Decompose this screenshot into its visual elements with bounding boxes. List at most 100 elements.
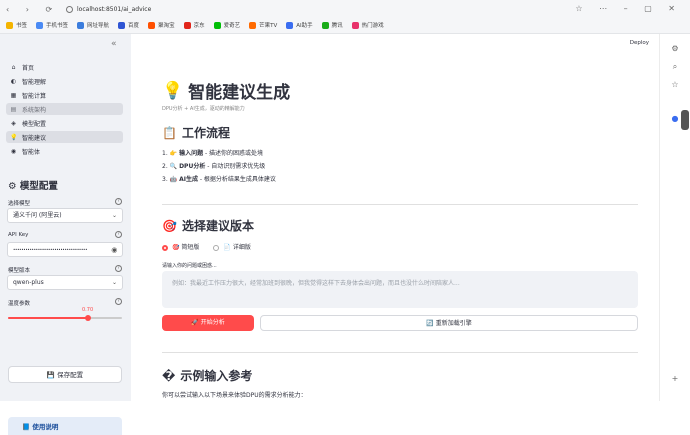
sidebar-item-1[interactable]: ⌂ 首页: [6, 61, 123, 73]
help-icon[interactable]: ?: [115, 265, 122, 272]
temperature-label: 温度参数: [8, 301, 31, 307]
eye-icon[interactable]: ◉: [111, 243, 117, 257]
bulb-icon: 💡: [10, 133, 18, 141]
gear-icon: ⚙: [8, 181, 17, 192]
workflow-step: 3. 🤖 AI生成 - 根据分析结果生成具体建议: [162, 176, 276, 183]
workflow-heading: 📋 工作流程: [162, 125, 230, 141]
agent-icon: ◉: [10, 147, 17, 155]
save-config-button[interactable]: 💾 保存配置: [8, 366, 122, 383]
start-analysis-button[interactable]: 🚀 开始分析: [162, 315, 254, 331]
search-icon[interactable]: ⌕: [670, 62, 680, 72]
bookmark-icon: [321, 21, 329, 29]
sidebar-nav: ⌂ 首页 ◐ 智能理解 ▦ 智能计算 ▤ 系统架构 ◈ 模型配置 💡 智能建议 ◉ 智能体: [6, 61, 123, 159]
step-icon: 🤖: [169, 176, 178, 183]
bookmark-icon: [77, 21, 85, 29]
bookmark-bar: 书签 手机书签 网址导航 百度 聚淘宝 京东 爱奇艺 芒果TV AI助手 腾讯 热门游戏: [6, 20, 384, 30]
bookmark-item[interactable]: 书签: [6, 20, 27, 30]
help-icon[interactable]: ?: [115, 198, 122, 205]
rocket-icon: 🚀: [191, 319, 199, 326]
sidebar-item-2[interactable]: ◐ 智能理解: [6, 75, 123, 87]
bookmark-item[interactable]: 京东: [183, 20, 205, 30]
chevron-down-icon: ⌄: [111, 279, 117, 286]
ai-assistant-icon[interactable]: ●: [670, 114, 680, 124]
api-key-input[interactable]: •••••••••••••••••••••••••••••••••••• ◉: [7, 242, 123, 257]
document-icon: 📄: [223, 244, 231, 251]
lightbulb-icon: 💡: [162, 80, 184, 101]
bookmark-icon: [183, 21, 191, 29]
home-icon: ⌂: [11, 63, 16, 71]
model-config-heading: ⚙ 模型配置: [8, 181, 58, 192]
bookmark-item[interactable]: 手机书签: [36, 20, 68, 30]
brain-icon: ◐: [10, 77, 17, 85]
divider: [162, 352, 638, 353]
radio-dot-icon: [162, 244, 168, 251]
radio-simple[interactable]: 🎯 简短版: [162, 242, 199, 251]
bookmark-item[interactable]: 芒果TV: [249, 20, 277, 30]
workflow-step: 1. 👉 输入问题 - 描述你的困惑或处境: [162, 150, 264, 157]
book-icon: 📘: [22, 423, 31, 431]
temperature-value: 0.70: [82, 307, 94, 313]
slider-handle[interactable]: [84, 314, 91, 321]
bookmark-icon: [213, 21, 221, 29]
arch-icon: ▤: [10, 105, 17, 113]
clipboard-icon: 📋: [162, 125, 177, 140]
version-heading: 🎯 选择建议版本: [162, 218, 254, 234]
workflow-steps: 1. 👉 输入问题 - 描述你的困惑或处境 2. 🔍 DPU分析 - 自动识别需求…: [162, 147, 276, 186]
bookmark-item[interactable]: 爱奇艺: [213, 20, 240, 30]
step-icon: 🔍: [169, 163, 178, 170]
question-textarea[interactable]: 例如：我最近工作压力很大，经常加班到很晚，但我觉得这样下去身体会出问题，而且也没…: [162, 271, 638, 308]
divider: [162, 204, 638, 205]
help-icon[interactable]: ?: [115, 298, 122, 305]
target-icon: 🎯: [172, 244, 180, 251]
api-key-label: API Key: [8, 232, 29, 238]
nav-buttons[interactable]: ‹ › ⟳: [6, 5, 59, 14]
bookmark-icon: [36, 21, 44, 29]
bookmark-item[interactable]: 聚淘宝: [148, 20, 175, 30]
model-select[interactable]: 通义千问 (阿里云) ⌄: [7, 208, 123, 223]
deploy-button[interactable]: Deploy: [630, 40, 649, 46]
sidebar-item-4[interactable]: ▤ 系统架构: [6, 103, 123, 115]
version-radio-group: 🎯 简短版 📄 详细版: [162, 242, 251, 251]
bookmark-icon: [148, 21, 156, 29]
temperature-slider[interactable]: [8, 314, 122, 321]
address-bar[interactable]: localhost:8501/ai_advice: [66, 4, 610, 16]
sidebar-item-6[interactable]: 💡 智能建议: [6, 131, 123, 143]
sidebar: « ⌂ 首页 ◐ 智能理解 ▦ 智能计算 ▤ 系统架构 ◈ 模型配置 💡 智能建议 ◉ 智能体 ⚙ 模型配…: [0, 34, 131, 435]
unknown-glyph-icon: �: [162, 368, 176, 383]
examples-note: 你可以尝试输入以下场景来体验DPU的需求分析能力：: [162, 392, 307, 399]
sidebar-item-3[interactable]: ▦ 智能计算: [6, 89, 123, 101]
bookmark-item[interactable]: 热门游戏: [351, 20, 384, 30]
radio-detail[interactable]: 📄 详细版: [213, 242, 251, 251]
reload-engine-button[interactable]: 🔄 重新加载引擎: [260, 315, 638, 331]
bookmark-item[interactable]: AI助手: [286, 20, 313, 30]
bookmark-icon: [351, 21, 359, 29]
calc-icon: ▦: [10, 91, 17, 99]
sidebar-item-7[interactable]: ◉ 智能体: [6, 145, 123, 157]
scrollbar[interactable]: [681, 110, 689, 130]
version-select[interactable]: qwen-plus ⌄: [7, 275, 123, 290]
bookmark-item[interactable]: 腾讯: [321, 20, 343, 30]
main-content: Deploy 💡 智能建议生成 DPU分析 + AI生成，驱动的精解能力 📋 工作流…: [131, 34, 659, 401]
sidebar-item-5[interactable]: ◈ 模型配置: [6, 117, 123, 129]
question-label: 请输入你的问题或困惑...: [162, 263, 217, 269]
window-controls[interactable]: ☆ ⋯ – ▢ ✕: [575, 4, 682, 13]
star-icon[interactable]: ☆: [670, 80, 680, 90]
bookmark-icon: [249, 21, 257, 29]
step-icon: 👉: [169, 150, 178, 157]
help-icon[interactable]: ?: [115, 231, 122, 238]
workflow-step: 2. 🔍 DPU分析 - 自动识别需求优先级: [162, 163, 266, 170]
browser-toolbar: ‹ › ⟳ localhost:8501/ai_advice ☆ ⋯ – ▢ ✕…: [0, 0, 690, 34]
bookmark-item[interactable]: 网址导航: [77, 20, 109, 30]
page-title: 💡 智能建议生成: [162, 80, 291, 104]
model-icon: ◈: [11, 119, 16, 127]
info-icon[interactable]: [66, 6, 73, 13]
url-text: localhost:8501/ai_advice: [77, 6, 152, 13]
usage-guide-expander[interactable]: 📘 使用说明: [8, 417, 122, 435]
version-label: 模型版本: [8, 268, 31, 274]
add-icon[interactable]: +: [670, 374, 680, 384]
collapse-sidebar-icon[interactable]: «: [111, 39, 117, 49]
settings-icon[interactable]: ⚙: [670, 44, 680, 54]
bookmark-item[interactable]: 百度: [118, 20, 139, 30]
reload-icon: 🔄: [426, 320, 434, 327]
target-icon: 🎯: [162, 218, 177, 233]
